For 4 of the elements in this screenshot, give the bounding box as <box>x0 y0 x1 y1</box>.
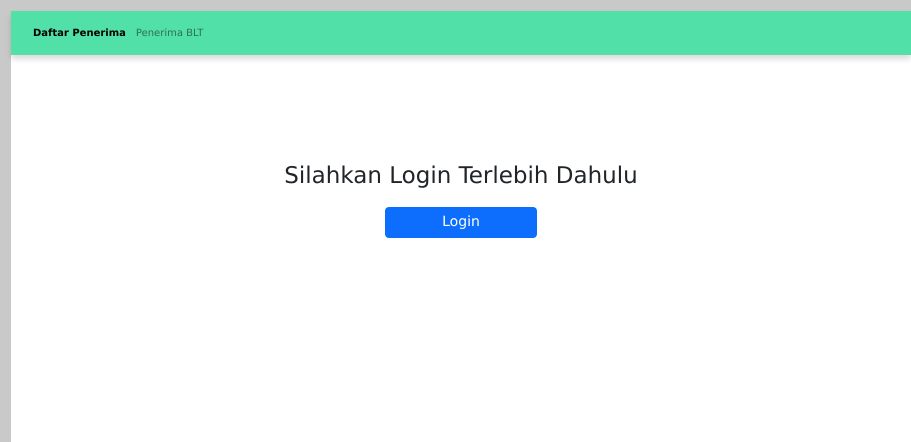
login-button[interactable]: Login <box>385 206 537 238</box>
heading: Silahkan Login Terlebih Dahulu <box>284 162 638 191</box>
nav-link[interactable]: Penerima BLT <box>136 26 204 40</box>
navbar-brand[interactable]: Daftar Penerima <box>33 26 126 40</box>
